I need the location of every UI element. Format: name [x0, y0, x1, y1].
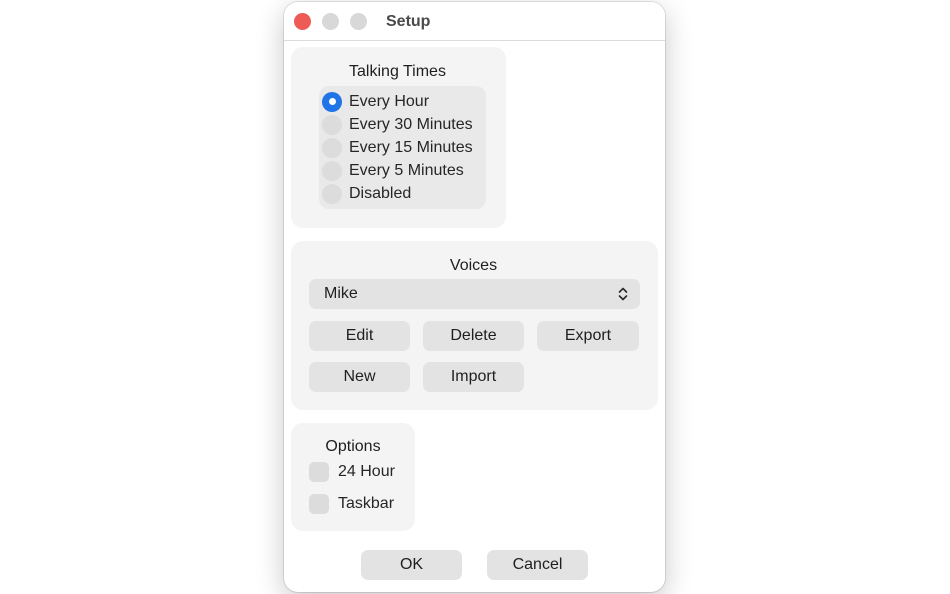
zoom-window-button[interactable]	[350, 13, 367, 30]
delete-button[interactable]: Delete	[423, 321, 524, 351]
ok-button[interactable]: OK	[361, 550, 462, 580]
voices-panel: Voices Mike Edit Delete Export New Impor…	[291, 241, 658, 410]
import-button[interactable]: Import	[423, 362, 524, 392]
radio-every-hour-label: Every Hour	[349, 92, 430, 110]
checkbox-24-hour[interactable]: 24 Hour	[309, 461, 395, 483]
checkbox-24-hour-label: 24 Hour	[338, 463, 395, 480]
minimize-window-button[interactable]	[322, 13, 339, 30]
options-panel: Options 24 Hour Taskbar	[291, 423, 415, 531]
window-title: Setup	[386, 13, 431, 30]
checkbox-taskbar-box[interactable]	[309, 494, 329, 514]
options-title: Options	[325, 438, 381, 455]
radio-every-15-minutes-indicator[interactable]	[322, 137, 342, 158]
talking-times-title: Talking Times	[349, 63, 446, 80]
radio-every-hour-indicator[interactable]	[322, 91, 342, 112]
radio-disabled-indicator[interactable]	[322, 183, 342, 204]
voice-select[interactable]: Mike	[309, 279, 640, 309]
up-down-chevron-icon	[618, 287, 628, 301]
checkbox-taskbar-label: Taskbar	[338, 495, 395, 512]
radio-every-5-minutes-indicator[interactable]	[322, 160, 342, 181]
setup-window: Setup Talking Times Every Hour Every 30 …	[284, 2, 665, 592]
edit-button[interactable]: Edit	[309, 321, 410, 351]
radio-disabled-label: Disabled	[349, 184, 412, 202]
radio-every-30-minutes[interactable]: Every 30 Minutes	[319, 113, 473, 136]
checkbox-taskbar[interactable]: Taskbar	[309, 493, 394, 515]
voices-title: Voices	[449, 257, 498, 274]
radio-every-30-minutes-indicator[interactable]	[322, 114, 342, 135]
voice-select-value: Mike	[324, 285, 358, 302]
talking-times-panel: Talking Times Every Hour Every 30 Minute…	[291, 47, 506, 228]
radio-every-15-minutes-label: Every 15 Minutes	[349, 138, 473, 156]
radio-every-5-minutes[interactable]: Every 5 Minutes	[319, 159, 464, 182]
new-button[interactable]: New	[309, 362, 410, 392]
radio-every-hour[interactable]: Every Hour	[319, 90, 429, 113]
talking-times-radio-group: Every Hour Every 30 Minutes Every 15 Min…	[319, 86, 486, 209]
radio-disabled[interactable]: Disabled	[319, 182, 411, 205]
radio-every-5-minutes-label: Every 5 Minutes	[349, 161, 464, 179]
radio-every-30-minutes-label: Every 30 Minutes	[349, 115, 473, 133]
cancel-button[interactable]: Cancel	[487, 550, 588, 580]
radio-every-15-minutes[interactable]: Every 15 Minutes	[319, 136, 473, 159]
close-window-button[interactable]	[294, 13, 311, 30]
export-button[interactable]: Export	[537, 321, 639, 351]
title-bar[interactable]: Setup	[284, 2, 665, 41]
checkbox-24-hour-box[interactable]	[309, 462, 329, 482]
